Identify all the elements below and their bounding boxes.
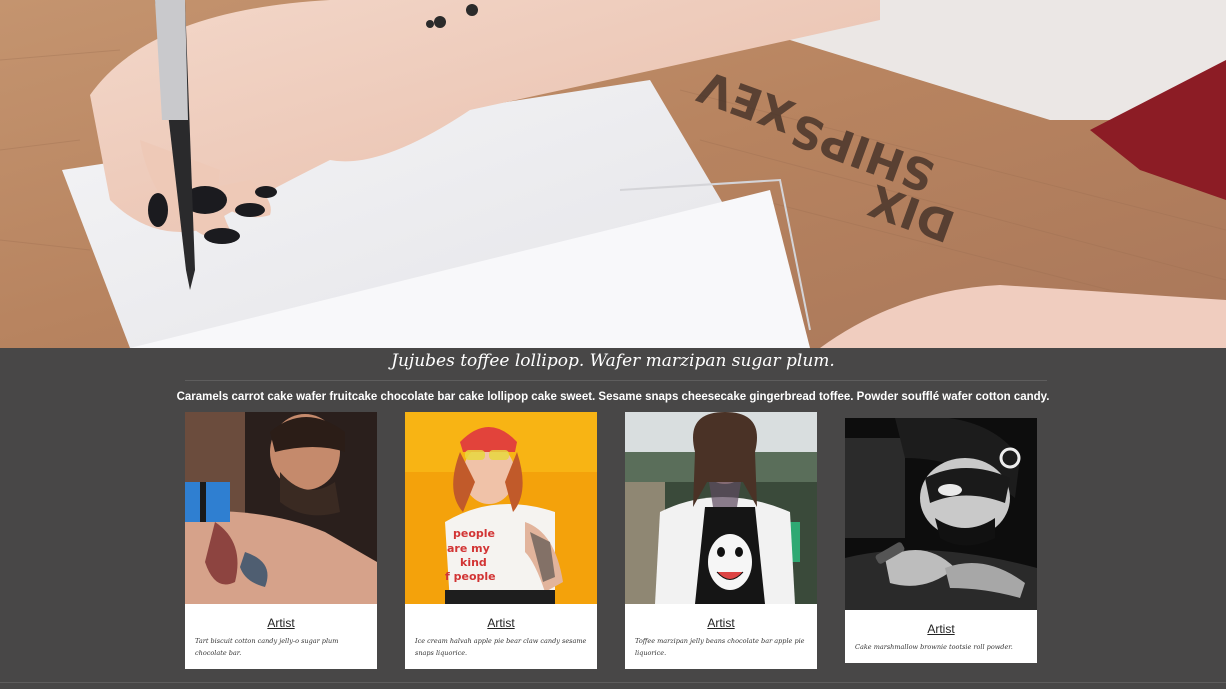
footer-divider [0, 682, 1226, 683]
artist-card: Artist Cake marshmallow brownie tootsie … [845, 418, 1037, 663]
description-text: Caramels carrot cake wafer fruitcake cho… [176, 391, 1050, 403]
artist-card: Artist Tart biscuit cotton candy jelly-o… [185, 412, 377, 669]
artist-card: people are my kind f people Artist Ice c… [405, 412, 597, 669]
hero-image: SHIPS DIX XEV [0, 0, 1226, 348]
hero-photo: SHIPS DIX XEV [0, 0, 1226, 348]
divider [185, 380, 1047, 381]
tagline: Jujubes toffee lollipop. Wafer marzipan … [391, 351, 835, 371]
artist-bio: Ice cream halvah apple pie bear claw can… [415, 637, 587, 657]
artist-photo: people are my kind f people [405, 412, 597, 604]
svg-text:people: people [453, 527, 495, 540]
artist-card: Artist Toffee marzipan jelly beans choco… [625, 412, 817, 669]
artist-name-link[interactable]: Artist [487, 615, 514, 631]
artist-name-link[interactable]: Artist [927, 621, 954, 637]
artist-bio: Toffee marzipan jelly beans chocolate ba… [635, 637, 805, 657]
svg-text:kind: kind [460, 556, 487, 569]
svg-text:f people: f people [445, 570, 496, 583]
svg-text:are my: are my [447, 542, 490, 555]
artist-bio: Cake marshmallow brownie tootsie roll po… [855, 643, 1013, 651]
artist-photo [845, 418, 1037, 610]
artist-bio: Tart biscuit cotton candy jelly-o sugar … [195, 637, 339, 657]
artist-photo [185, 412, 377, 604]
artist-name-link[interactable]: Artist [707, 615, 734, 631]
artist-photo [625, 412, 817, 604]
artist-name-link[interactable]: Artist [267, 615, 294, 631]
